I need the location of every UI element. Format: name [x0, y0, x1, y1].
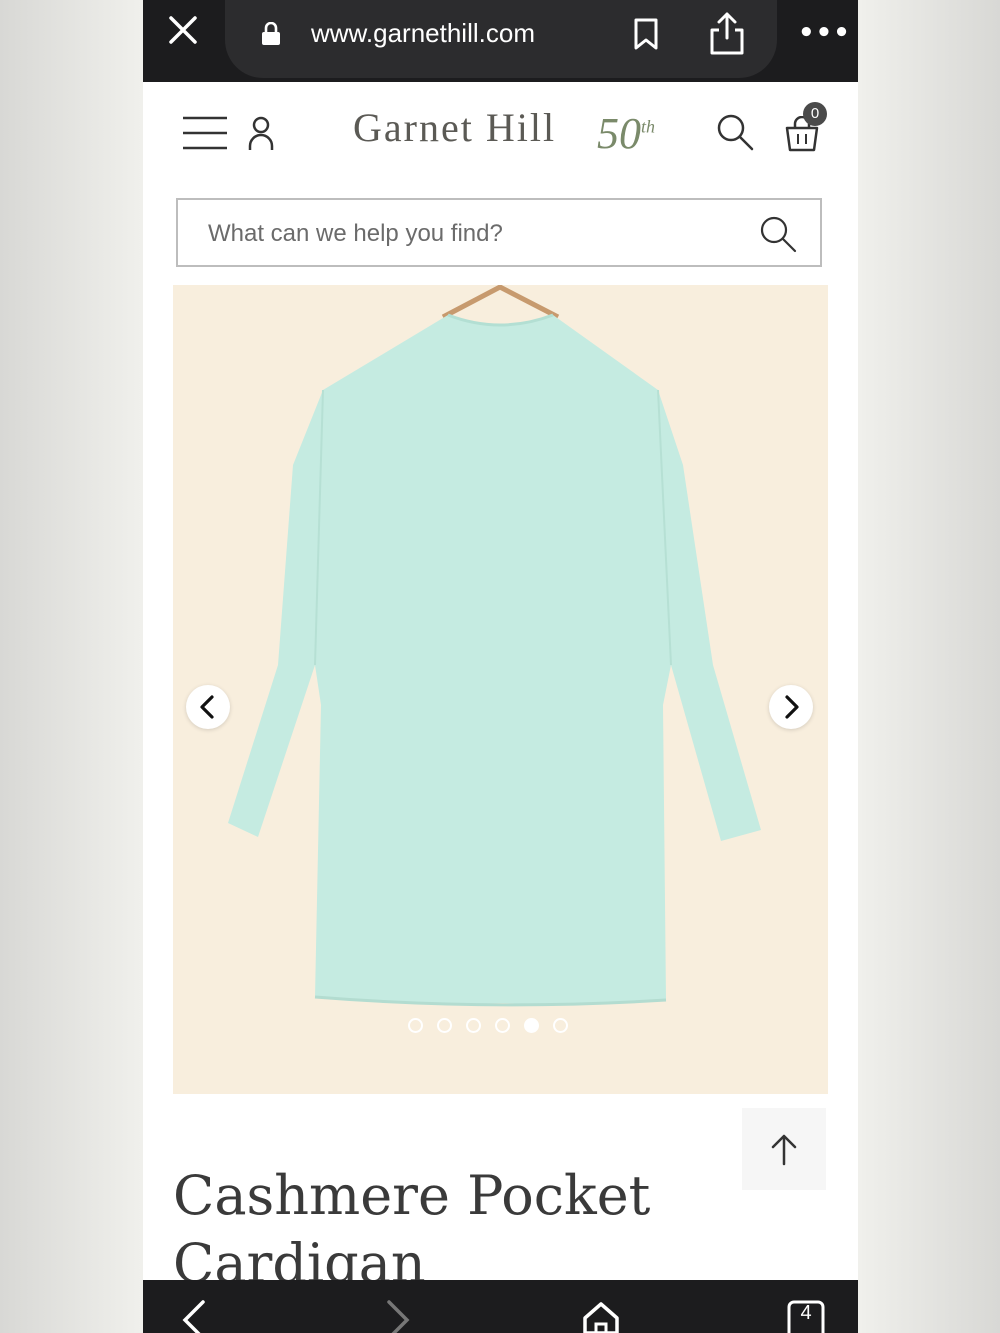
carousel-dot[interactable]: [466, 1018, 481, 1033]
previous-image-button[interactable]: [186, 685, 230, 729]
carousel-dot[interactable]: [437, 1018, 452, 1033]
browser-toolbar: www.garnethill.com •••: [143, 0, 858, 82]
share-icon[interactable]: [707, 10, 747, 56]
account-icon[interactable]: [248, 116, 274, 152]
next-image-button[interactable]: [769, 685, 813, 729]
carousel-dot[interactable]: [495, 1018, 510, 1033]
search-submit-icon[interactable]: [758, 214, 798, 254]
anniversary-suffix: th: [641, 116, 656, 137]
anniversary-mark: 50th: [597, 108, 655, 159]
search-input[interactable]: What can we help you find?: [176, 198, 822, 267]
search-icon[interactable]: [715, 112, 755, 152]
forward-icon[interactable]: [387, 1300, 410, 1333]
carousel-dot[interactable]: [553, 1018, 568, 1033]
hamburger-menu-icon[interactable]: [183, 116, 227, 150]
more-options-icon[interactable]: •••: [798, 18, 851, 48]
home-icon[interactable]: [583, 1302, 619, 1333]
anniversary-number: 50: [597, 109, 641, 158]
back-icon[interactable]: [182, 1300, 205, 1333]
carousel-dot[interactable]: [408, 1018, 423, 1033]
backdrop-left: [0, 0, 143, 1333]
cardigan-image: [228, 285, 761, 1007]
browser-bottom-toolbar: 4: [143, 1280, 858, 1333]
bottom-toolbar-icons: [182, 1300, 825, 1333]
phone-screen: www.garnethill.com ••• Garnet Hill 50th …: [143, 0, 858, 1333]
backdrop-right: [858, 0, 1000, 1333]
product-title-line-1: Cashmere Pocket: [173, 1164, 651, 1227]
product-title: Cashmere Pocket Cardigan: [173, 1162, 733, 1298]
chevron-left-icon: [200, 695, 214, 719]
chevron-right-icon: [785, 695, 799, 719]
product-image-carousel[interactable]: [173, 285, 828, 1094]
tab-count: 4: [800, 1302, 812, 1324]
search-placeholder: What can we help you find?: [208, 220, 503, 247]
carousel-dot[interactable]: [524, 1018, 539, 1033]
site-header: Garnet Hill 50th 0: [143, 82, 858, 187]
lock-icon: [261, 21, 281, 46]
bookmark-icon[interactable]: [633, 18, 659, 50]
carousel-pagination: [408, 1018, 568, 1033]
back-to-top-button[interactable]: [742, 1108, 826, 1190]
url-text: www.garnethill.com: [311, 18, 535, 48]
site-logo[interactable]: Garnet Hill: [353, 104, 556, 151]
cart-count-badge: 0: [803, 102, 827, 126]
arrow-up-icon: [771, 1134, 797, 1166]
close-icon[interactable]: [167, 14, 199, 50]
address-bar[interactable]: www.garnethill.com: [225, 0, 777, 78]
